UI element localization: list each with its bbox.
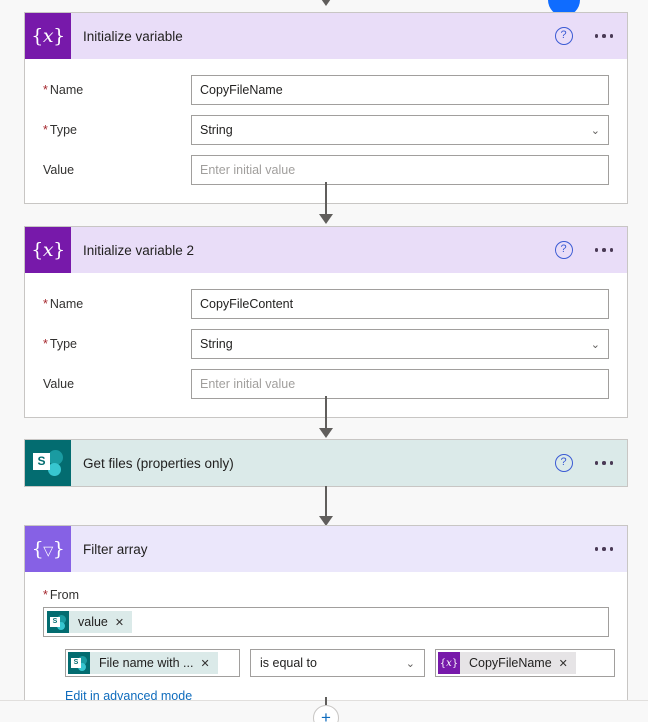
field-row-name: * Name CopyFileName	[43, 75, 609, 105]
token-file-name-with-extension[interactable]: S File name with ... ✕	[68, 652, 218, 674]
field-row-type: * Type String ⌄	[43, 115, 609, 145]
field-label-value: Value	[43, 163, 75, 177]
card-header[interactable]: {▽} Filter array	[25, 526, 627, 572]
chevron-down-icon: ⌄	[590, 124, 600, 137]
from-label: * From	[43, 588, 80, 602]
condition-operator-select[interactable]: is equal to ⌄	[250, 649, 425, 677]
more-options-button[interactable]	[593, 457, 616, 469]
field-row-type: * Type String ⌄	[43, 329, 609, 359]
card-header-actions: ?	[554, 454, 616, 472]
token-copyfilename[interactable]: {x} CopyFileName ✕	[438, 652, 576, 674]
from-input[interactable]: S value ✕	[43, 607, 609, 637]
required-asterisk: *	[43, 297, 48, 311]
chevron-down-icon: ⌄	[405, 657, 415, 670]
type-select[interactable]: String ⌄	[191, 329, 609, 359]
card-initialize-variable-2[interactable]: {x} Initialize variable 2 ? * Name CopyFi…	[24, 226, 628, 418]
condition-left-input[interactable]: S File name with ... ✕	[65, 649, 240, 677]
connector-arrow-1	[318, 182, 334, 226]
required-asterisk: *	[43, 123, 48, 137]
type-select-value: String	[200, 123, 233, 137]
operator-value: is equal to	[260, 656, 317, 670]
field-row-value: Value Enter initial value	[43, 369, 609, 399]
variable-icon: {x}	[25, 227, 71, 273]
variable-icon: {x}	[25, 13, 71, 59]
more-options-button[interactable]	[593, 244, 616, 256]
more-options-button[interactable]	[593, 543, 616, 555]
close-icon[interactable]: ✕	[559, 657, 576, 670]
field-label-type: * Type	[43, 337, 77, 351]
card-title: Filter array	[83, 541, 148, 557]
sharepoint-glyph: S	[71, 655, 87, 671]
filter-icon: {▽}	[25, 526, 71, 572]
field-label-type: * Type	[43, 123, 77, 137]
type-select[interactable]: String ⌄	[191, 115, 609, 145]
field-row-value: Value Enter initial value	[43, 155, 609, 185]
field-label-name: * Name	[43, 83, 84, 97]
variable-icon: {x}	[438, 652, 460, 674]
card-title: Get files (properties only)	[83, 455, 234, 471]
help-icon[interactable]: ?	[554, 241, 573, 259]
card-header[interactable]: {x} Initialize variable 2 ?	[25, 227, 627, 273]
name-input[interactable]: CopyFileName	[191, 75, 609, 105]
value-input[interactable]: Enter initial value	[191, 155, 609, 185]
sharepoint-glyph: S	[33, 450, 63, 476]
card-header[interactable]: S Get files (properties only) ?	[25, 440, 627, 486]
add-connector-stem	[325, 697, 327, 705]
flow-designer-canvas: {x} Initialize variable ? * Name CopyFile…	[0, 0, 648, 722]
token-label: CopyFileName	[469, 656, 552, 670]
field-label-name: * Name	[43, 297, 84, 311]
field-row-name: * Name CopyFileContent	[43, 289, 609, 319]
sharepoint-icon: S	[47, 611, 69, 633]
card-header[interactable]: {x} Initialize variable ?	[25, 13, 627, 59]
card-initialize-variable[interactable]: {x} Initialize variable ? * Name CopyFile…	[24, 12, 628, 204]
card-header-actions: ?	[554, 241, 616, 259]
required-asterisk: *	[43, 588, 48, 602]
token-label: File name with ...	[99, 656, 194, 670]
more-options-button[interactable]	[593, 30, 616, 42]
card-title: Initialize variable	[83, 28, 183, 44]
close-icon[interactable]: ✕	[200, 657, 217, 670]
token-value[interactable]: S value ✕	[47, 611, 133, 633]
add-step-zone: +	[0, 697, 648, 722]
required-asterisk: *	[43, 83, 48, 97]
required-asterisk: *	[43, 337, 48, 351]
token-label: value	[78, 615, 108, 629]
close-icon[interactable]: ✕	[115, 616, 132, 629]
field-label-value: Value	[43, 377, 75, 391]
sharepoint-icon: S	[25, 440, 71, 486]
connector-arrow-2	[318, 396, 334, 440]
type-select-value: String	[200, 337, 233, 351]
connector-arrow-3	[318, 486, 334, 528]
sharepoint-glyph: S	[50, 614, 66, 630]
sharepoint-letter: S	[33, 453, 50, 470]
help-icon[interactable]: ?	[554, 454, 573, 472]
value-input[interactable]: Enter initial value	[191, 369, 609, 399]
card-title: Initialize variable 2	[83, 242, 195, 258]
condition-row: S File name with ... ✕ is equal to ⌄ {x}…	[65, 649, 615, 677]
card-header-actions: ?	[554, 27, 616, 45]
connector-arrow-top	[318, 0, 334, 6]
card-filter-array[interactable]: {▽} Filter array * From S value ✕ S File…	[24, 525, 628, 722]
add-step-button[interactable]: +	[313, 705, 339, 722]
card-get-files-properties-only[interactable]: S Get files (properties only) ?	[24, 439, 628, 487]
name-input[interactable]: CopyFileContent	[191, 289, 609, 319]
card-header-actions	[593, 543, 616, 555]
sharepoint-icon: S	[68, 652, 90, 674]
condition-right-input[interactable]: {x} CopyFileName ✕	[435, 649, 615, 677]
help-icon[interactable]: ?	[554, 27, 573, 45]
chevron-down-icon: ⌄	[590, 338, 600, 351]
